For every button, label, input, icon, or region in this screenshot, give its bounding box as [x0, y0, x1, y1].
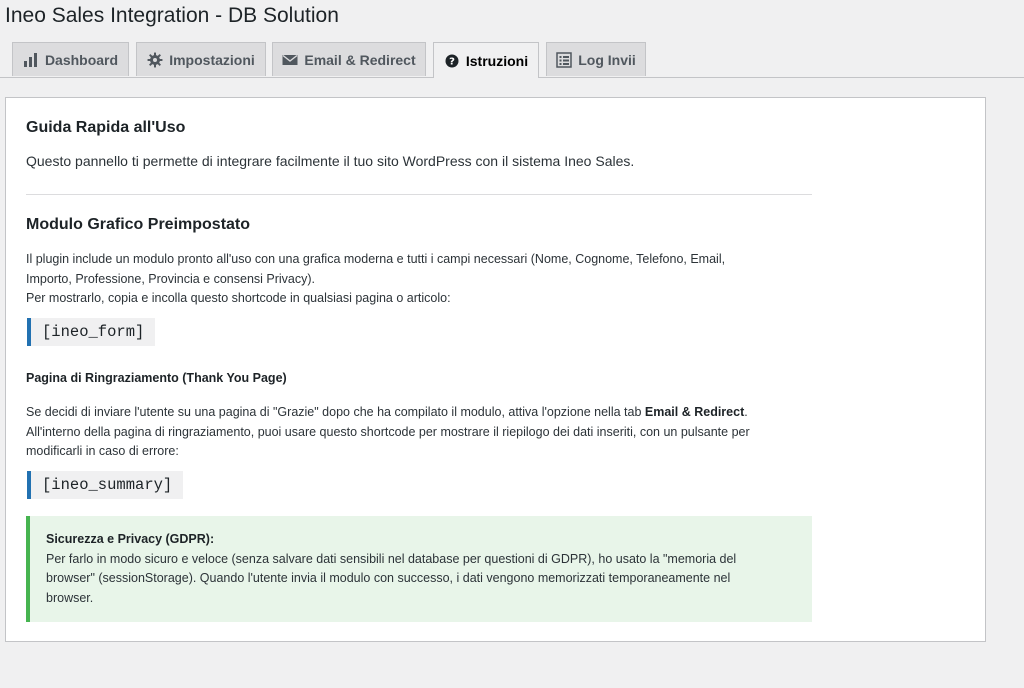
module-line: Per mostrarlo, copia e incolla questo sh… — [26, 291, 451, 305]
envelope-icon — [282, 52, 298, 68]
privacy-line: browser" (sessionStorage). Quando l'uten… — [46, 571, 731, 585]
thankyou-description: Se decidi di inviare l'utente su una pag… — [26, 403, 812, 462]
privacy-line: Per farlo in modo sicuro e veloce (senza… — [46, 551, 737, 566]
thankyou-title: Pagina di Ringraziamento (Thank You Page… — [26, 371, 287, 385]
tab-email-redirect[interactable]: Email & Redirect — [272, 42, 426, 76]
tab-label: Istruzioni — [465, 52, 529, 69]
tab-label: Dashboard — [44, 51, 119, 68]
log-list-icon — [556, 51, 572, 68]
guide-title: Guida Rapida all'Uso — [26, 119, 186, 136]
section-divider — [26, 194, 812, 195]
module-line: Importo, Professione, Provincia e consen… — [26, 271, 316, 286]
help-icon: ? — [444, 53, 460, 69]
email-redirect-reference: Email & Redirect — [644, 405, 745, 419]
tab-dashboard[interactable]: Dashboard — [12, 42, 129, 76]
shortcode-summary[interactable]: [ineo_summary] — [27, 471, 184, 499]
module-description: Il plugin include un modulo pronto all'u… — [26, 250, 812, 309]
module-title: Modulo Grafico Preimpostato — [26, 216, 251, 233]
svg-text:?: ? — [449, 56, 455, 67]
tab-bar: Dashboard Impostazioni Email & Redirect — [0, 42, 1024, 78]
privacy-line: browser. — [46, 590, 94, 605]
privacy-notice: Sicurezza e Privacy (GDPR): Per farlo in… — [26, 516, 812, 622]
bar-chart-icon — [23, 52, 39, 68]
tab-istruzioni[interactable]: ? Istruzioni — [433, 42, 539, 78]
privacy-title: Sicurezza e Privacy (GDPR): — [46, 532, 215, 546]
tab-label: Email & Redirect — [304, 51, 416, 68]
instructions-panel: Guida Rapida all'Uso Questo pannello ti … — [5, 97, 986, 642]
thankyou-line: Se decidi di inviare l'utente su una pag… — [26, 405, 645, 419]
thankyou-line: All'interno della pagina di ringraziamen… — [26, 424, 750, 439]
module-line: Il plugin include un modulo pronto all'u… — [26, 252, 726, 266]
page-title: Ineo Sales Integration - DB Solution — [5, 4, 339, 27]
thankyou-line: . — [744, 405, 748, 419]
tab-label: Impostazioni — [169, 51, 255, 68]
tab-log-invii[interactable]: Log Invii — [546, 42, 646, 76]
tab-impostazioni[interactable]: Impostazioni — [136, 42, 266, 76]
tab-label: Log Invii — [578, 51, 636, 68]
shortcode-form[interactable]: [ineo_form] — [27, 318, 156, 346]
guide-intro: Questo pannello ti permette di integrare… — [26, 153, 635, 169]
thankyou-line: modificarli in caso di errore: — [26, 444, 179, 458]
gear-icon — [147, 52, 163, 68]
